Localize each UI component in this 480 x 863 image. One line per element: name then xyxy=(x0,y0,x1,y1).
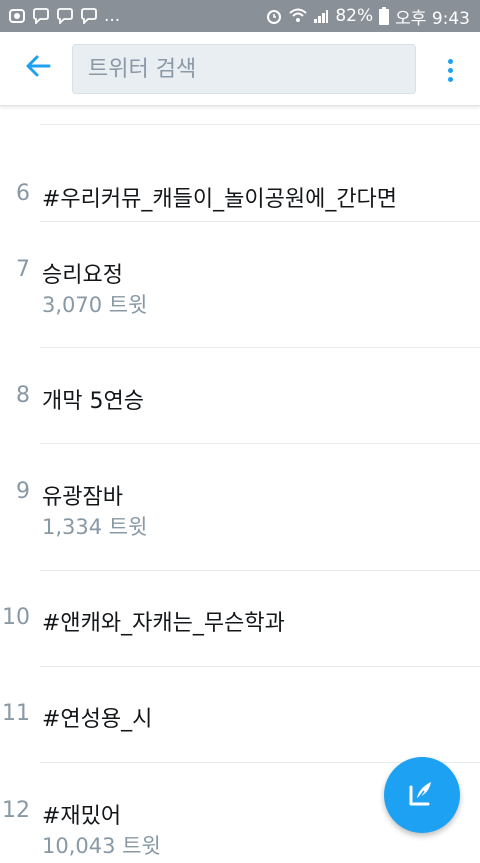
trend-rank: 11 xyxy=(2,701,30,726)
chat-bubble-icon xyxy=(32,8,50,24)
notification-area: ... xyxy=(8,6,120,26)
wifi-icon xyxy=(289,8,308,24)
overflow-menu-button[interactable] xyxy=(438,52,462,88)
trend-name: #우리커뮤_캐들이_놀이공원에_간다면 xyxy=(42,187,398,212)
trend-name: 승리요정 xyxy=(42,263,123,288)
trend-rank: 6 xyxy=(16,181,30,206)
trend-row[interactable]: 7 승리요정 3,070 트윗 xyxy=(0,222,480,347)
battery-percentage: 82% xyxy=(335,6,374,26)
trend-row[interactable]: 11 #연성용_시 xyxy=(0,667,480,762)
trend-name: #앤캐와_자캐는_무슨학과 xyxy=(42,611,285,636)
chat-bubble-icon xyxy=(56,8,74,24)
trend-tweet-count: 10,043 트윗 xyxy=(42,834,161,858)
overflow-dot xyxy=(447,67,453,73)
more-notifications-ellipsis: ... xyxy=(104,6,121,26)
back-button[interactable] xyxy=(20,50,56,86)
chat-bubble-icon xyxy=(80,8,98,24)
trend-rank: 12 xyxy=(2,798,30,823)
system-status-area: 82% 오후 9:43 xyxy=(265,4,470,29)
search-header xyxy=(0,32,480,106)
trend-name: #재밌어 xyxy=(42,804,122,829)
status-bar: ... 82% 오후 9:43 xyxy=(0,0,480,32)
trend-row[interactable]: 6 #우리커뮤_캐들이_놀이공원에_간다면 xyxy=(0,125,480,221)
search-input[interactable] xyxy=(73,45,415,93)
trends-list: 6 #우리커뮤_캐들이_놀이공원에_간다면 7 승리요정 3,070 트윗 8 … xyxy=(0,106,480,863)
trend-name: #연성용_시 xyxy=(42,707,153,732)
battery-icon xyxy=(379,7,390,25)
overflow-dot xyxy=(447,76,453,82)
photo-icon xyxy=(8,7,26,25)
compose-icon xyxy=(407,778,437,812)
trend-name: 유광잠바 xyxy=(42,485,123,510)
clock-time: 오후 9:43 xyxy=(395,8,470,29)
trend-rank: 10 xyxy=(2,605,30,630)
signal-icon xyxy=(313,8,329,24)
trend-tweet-count: 3,070 트윗 xyxy=(42,293,148,317)
trend-rank: 7 xyxy=(16,257,30,282)
overflow-dot xyxy=(447,58,453,64)
trend-rank: 8 xyxy=(16,383,30,408)
trend-row[interactable]: 9 유광잠바 1,334 트윗 xyxy=(0,444,480,570)
trend-tweet-count: 1,334 트윗 xyxy=(42,515,148,539)
trend-row[interactable]: 8 개막 5연승 xyxy=(0,348,480,443)
compose-tweet-button[interactable] xyxy=(384,757,460,833)
search-field-container xyxy=(72,44,416,94)
trend-rank: 9 xyxy=(16,479,30,504)
trend-row[interactable]: 10 #앤캐와_자캐는_무슨학과 xyxy=(0,571,480,666)
trend-name: 개막 5연승 xyxy=(42,389,144,414)
alarm-icon xyxy=(265,7,283,25)
back-arrow-icon xyxy=(25,55,51,81)
